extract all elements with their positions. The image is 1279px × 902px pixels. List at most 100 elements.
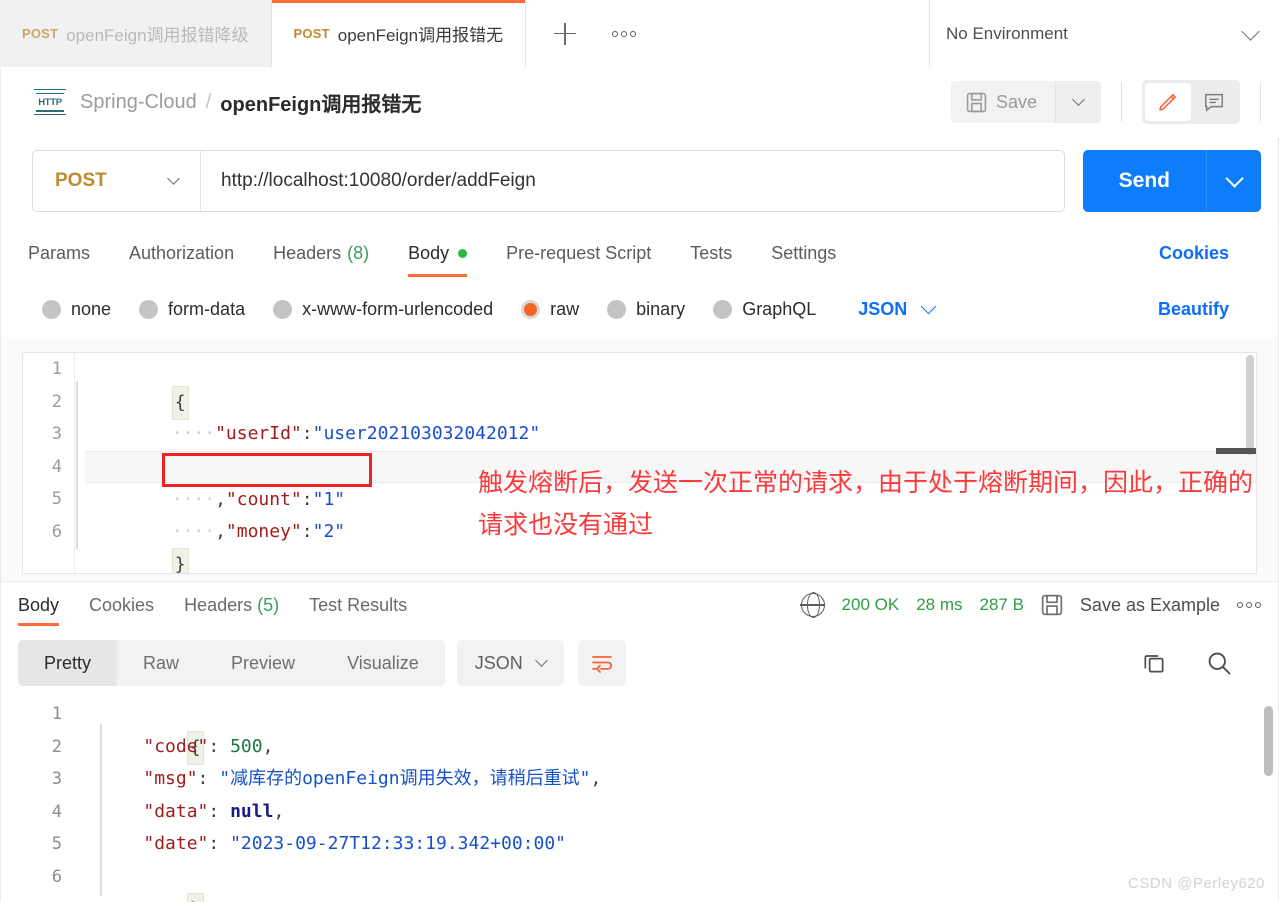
chevron-down-icon xyxy=(1241,21,1260,41)
view-mode-toggle xyxy=(1142,80,1240,124)
dots-icon[interactable] xyxy=(1237,602,1261,608)
word-wrap-icon xyxy=(591,656,612,673)
word-wrap-button[interactable] xyxy=(577,640,626,686)
line-number: 5 xyxy=(51,489,62,509)
chevron-down-icon xyxy=(1072,93,1085,106)
response-tab-body[interactable]: Body xyxy=(18,582,60,629)
line-number: 3 xyxy=(51,424,62,444)
plus-icon[interactable] xyxy=(554,22,577,45)
save-options-button[interactable] xyxy=(1055,81,1101,123)
request-tab-1[interactable]: POST openFeign调用报错降级 xyxy=(0,0,272,67)
body-type-urlencoded[interactable]: x-www-form-urlencoded xyxy=(273,299,493,320)
code-brace: } xyxy=(186,893,204,902)
response-scrollbar[interactable] xyxy=(1264,706,1273,776)
code-value: null xyxy=(230,800,274,822)
code-value: "减库存的openFeign调用失效，请稍后重试" xyxy=(219,768,591,789)
body-type-row: none form-data x-www-form-urlencoded raw… xyxy=(0,281,1279,337)
save-button[interactable]: Save xyxy=(950,81,1055,123)
http-protocol-icon: HTTP xyxy=(34,89,66,115)
line-number: 2 xyxy=(51,736,62,757)
response-size: 287 B xyxy=(979,595,1024,614)
comment-button[interactable] xyxy=(1191,83,1237,121)
comment-icon xyxy=(1205,93,1223,112)
page-title: openFeign调用报错无 xyxy=(220,93,422,116)
tab-pre-request-script[interactable]: Pre-request Script xyxy=(506,225,651,281)
raw-format-selector[interactable]: JSON xyxy=(858,298,937,320)
view-mode-pretty[interactable]: Pretty xyxy=(18,640,118,686)
view-mode-visualize[interactable]: Visualize xyxy=(321,640,445,686)
http-method-selector[interactable]: POST xyxy=(33,151,201,211)
radio-icon xyxy=(42,299,61,319)
cookies-link[interactable]: Cookies xyxy=(1159,243,1229,264)
body-type-label: binary xyxy=(636,298,686,319)
radio-icon xyxy=(273,299,293,319)
response-tab-cookies[interactable]: Cookies xyxy=(89,582,154,629)
search-icon[interactable] xyxy=(1205,649,1233,677)
line-number: 4 xyxy=(51,456,62,477)
radio-icon xyxy=(607,299,627,319)
chevron-down-icon xyxy=(167,172,180,185)
code-line: } xyxy=(100,861,1279,902)
code-colon: : xyxy=(208,800,231,822)
line-number: 1 xyxy=(51,359,62,379)
body-type-none[interactable]: none xyxy=(42,299,111,320)
request-editor-h-scrollbar[interactable] xyxy=(1216,448,1256,454)
view-mode-raw[interactable]: Raw xyxy=(117,640,205,686)
response-header: Body Cookies Headers (5) Test Results 20… xyxy=(0,581,1279,628)
tab-tests[interactable]: Tests xyxy=(690,225,732,281)
response-tab-headers[interactable]: Headers (5) xyxy=(184,582,279,629)
request-tab-2[interactable]: POST openFeign调用报错无 xyxy=(271,0,527,67)
tab-method-label: POST xyxy=(22,26,59,41)
response-line-numbers: 1 2 3 4 5 6 xyxy=(0,698,100,902)
code-comma: , xyxy=(273,800,285,822)
send-button[interactable]: Send xyxy=(1082,150,1207,212)
code-comma: , xyxy=(262,735,274,757)
tab-authorization[interactable]: Authorization xyxy=(129,225,234,281)
tab-body[interactable]: Body xyxy=(408,225,468,281)
breadcrumb-collection[interactable]: Spring-Cloud xyxy=(80,91,197,114)
raw-format-label: JSON xyxy=(858,298,908,319)
radio-icon xyxy=(139,299,159,319)
tab-count: (5) xyxy=(257,594,280,615)
tab-label: Body xyxy=(408,242,450,263)
response-format-selector[interactable]: JSON xyxy=(456,640,564,686)
request-editor-scrollbar[interactable] xyxy=(1246,355,1254,455)
line-number: 6 xyxy=(51,866,62,887)
globe-icon[interactable] xyxy=(799,592,826,618)
save-as-example-button[interactable]: Save as Example xyxy=(1080,595,1220,616)
response-code[interactable]: { "code": 500, "msg": "减库存的openFeign调用失效… xyxy=(100,698,1279,902)
annotation-text: 触发熔断后，发送一次正常的请求，由于处于熔断期间，因此，正确的请求也没有通过 xyxy=(478,468,1254,539)
postman-window: POST openFeign调用报错降级 POST openFeign调用报错无… xyxy=(0,0,1279,902)
body-type-raw[interactable]: raw xyxy=(521,299,579,320)
view-mode-preview[interactable]: Preview xyxy=(205,640,321,686)
beautify-button[interactable]: Beautify xyxy=(1158,299,1229,320)
response-body-viewer[interactable]: 1 2 3 4 5 6 { "code": 500, "msg": "减库存的o… xyxy=(0,698,1279,902)
tab-label: Authorization xyxy=(129,242,235,263)
url-row: POST Send xyxy=(0,137,1279,225)
edit-button[interactable] xyxy=(1145,83,1191,121)
tab-headers[interactable]: Headers (8) xyxy=(273,225,369,281)
dots-icon[interactable] xyxy=(612,30,637,37)
code-line: "code": 500, xyxy=(100,731,1279,764)
status-badge: 200 OK xyxy=(841,595,900,614)
tab-params[interactable]: Params xyxy=(28,225,90,281)
tab-title-label: openFeign调用报错降级 xyxy=(66,26,249,45)
environment-selector[interactable]: No Environment xyxy=(930,0,1279,67)
tab-settings[interactable]: Settings xyxy=(771,225,836,281)
chevron-down-icon xyxy=(1224,169,1244,188)
url-bar: POST xyxy=(32,150,1065,212)
response-tab-test-results[interactable]: Test Results xyxy=(309,582,407,629)
floppy-disk-icon xyxy=(1041,594,1063,616)
request-tabs: Params Authorization Headers (8) Body Pr… xyxy=(0,225,1279,281)
body-type-form-data[interactable]: form-data xyxy=(139,299,245,320)
radio-icon xyxy=(713,299,733,319)
send-options-button[interactable] xyxy=(1207,150,1261,212)
body-type-binary[interactable]: binary xyxy=(607,299,685,320)
tab-label: Pre-request Script xyxy=(506,242,652,263)
send-group: Send xyxy=(1082,150,1261,212)
body-type-graphql[interactable]: GraphQL xyxy=(713,299,816,320)
copy-icon[interactable] xyxy=(1141,650,1167,676)
url-input[interactable] xyxy=(201,170,1064,192)
tab-label: Tests xyxy=(690,242,733,263)
divider xyxy=(0,67,1,902)
